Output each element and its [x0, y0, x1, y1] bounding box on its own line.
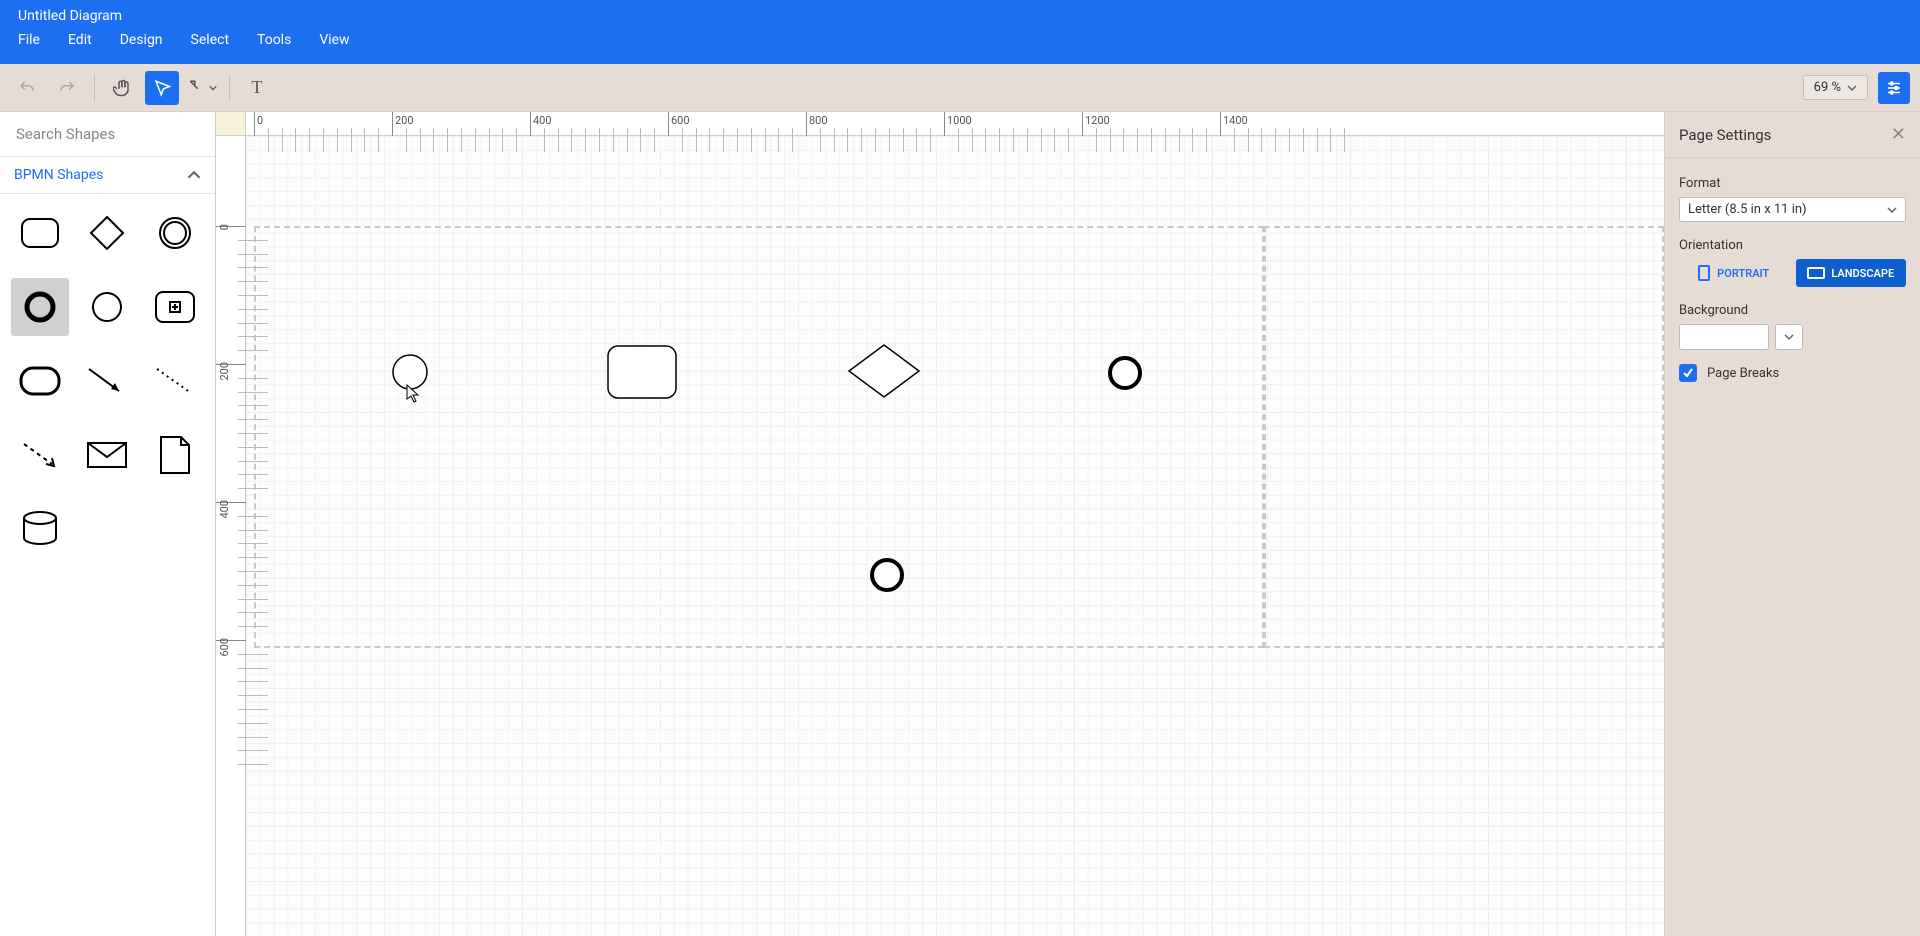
zoom-value: 69 %: [1814, 80, 1841, 95]
chevron-down-icon: [1887, 205, 1897, 215]
pan-tool-button[interactable]: [105, 71, 139, 105]
body: BPMN Shapes: [0, 112, 1920, 936]
shape-thick-circle[interactable]: [11, 278, 69, 336]
menu-view[interactable]: View: [319, 32, 349, 48]
shape-subprocess[interactable]: [146, 278, 204, 336]
ruler-vertical: 0 200 400 600: [216, 136, 246, 936]
shape-category-label: BPMN Shapes: [14, 167, 103, 183]
redo-button[interactable]: [50, 71, 84, 105]
undo-button[interactable]: [10, 71, 44, 105]
page-settings-panel: Page Settings ✕ Format Letter (8.5 in x …: [1664, 112, 1920, 936]
ruler-tick-label: 600: [671, 114, 690, 127]
ruler-tick-label: 400: [533, 114, 552, 127]
chevron-down-icon: [1784, 332, 1794, 342]
shape-page[interactable]: [146, 426, 204, 484]
page-break-outline: [254, 226, 1264, 648]
zoom-level[interactable]: 69 %: [1803, 75, 1868, 100]
document-title: Untitled Diagram: [0, 0, 1920, 26]
format-label: Format: [1679, 176, 1906, 191]
format-value: Letter (8.5 in x 11 in): [1688, 202, 1807, 217]
canvas-shape-gateway[interactable]: [846, 342, 922, 400]
separator: [94, 75, 95, 101]
background-dropdown[interactable]: [1775, 324, 1803, 350]
landscape-icon: [1807, 266, 1825, 280]
background-color-swatch[interactable]: [1679, 324, 1769, 350]
page-breaks-checkbox[interactable]: Page Breaks: [1679, 364, 1906, 382]
ruler-tick-label: 200: [218, 362, 231, 381]
ruler-tick-label: 1000: [947, 114, 972, 127]
orientation-portrait-button[interactable]: PORTRAIT: [1679, 259, 1788, 287]
orientation-row: PORTRAIT LANDSCAPE: [1679, 259, 1906, 287]
shape-double-circle[interactable]: [146, 204, 204, 262]
ruler-tick-label: 200: [395, 114, 414, 127]
format-panel-toggle[interactable]: [1878, 72, 1910, 104]
shape-data-store[interactable]: [11, 500, 69, 558]
chevron-down-icon: [209, 84, 217, 92]
search-container: [0, 112, 215, 157]
text-tool-button[interactable]: T: [240, 71, 274, 105]
separator: [229, 75, 230, 101]
pointer-tool-button[interactable]: [145, 71, 179, 105]
header: Untitled Diagram File Edit Design Select…: [0, 0, 1920, 64]
canvas-shape-end-event[interactable]: [1106, 354, 1144, 392]
shapes-panel: BPMN Shapes: [0, 112, 216, 936]
format-select[interactable]: Letter (8.5 in x 11 in): [1679, 197, 1906, 222]
canvas-shape-start-event[interactable]: [390, 352, 430, 392]
menu-tools[interactable]: Tools: [257, 32, 291, 48]
canvas[interactable]: [246, 136, 1664, 936]
panel-header: Page Settings ✕: [1665, 112, 1920, 158]
menu-file[interactable]: File: [18, 32, 40, 48]
canvas-shape-task[interactable]: [606, 344, 678, 400]
shape-envelope[interactable]: [78, 426, 136, 484]
ruler-corner: [216, 112, 246, 136]
shape-pill[interactable]: [11, 352, 69, 410]
background-row: [1679, 324, 1906, 350]
checkbox-checked-icon: [1679, 364, 1697, 382]
ruler-tick-label: 600: [218, 638, 231, 657]
ruler-tick-label: 800: [809, 114, 828, 127]
connector-tool-button[interactable]: [185, 71, 219, 105]
ruler-tick-label: 1400: [1223, 114, 1248, 127]
background-label: Background: [1679, 303, 1906, 318]
chevron-up-icon: [187, 168, 201, 182]
shape-dashed-arrow[interactable]: [11, 426, 69, 484]
toolbar: T 69 %: [0, 64, 1920, 112]
portrait-icon: [1697, 265, 1711, 281]
canvas-area: 0 200 400 600 800 1000 1200 1400 0 200 400 600: [216, 112, 1664, 936]
menu-edit[interactable]: Edit: [68, 32, 92, 48]
shape-circle[interactable]: [78, 278, 136, 336]
orientation-landscape-button[interactable]: LANDSCAPE: [1796, 259, 1907, 287]
canvas-shape-end-event[interactable]: [868, 556, 906, 594]
chevron-down-icon: [1847, 83, 1857, 93]
menu-design[interactable]: Design: [120, 32, 163, 48]
menu-bar: File Edit Design Select Tools View: [0, 26, 1920, 58]
shape-rounded-rect[interactable]: [11, 204, 69, 262]
ruler-tick-label: 0: [257, 114, 263, 127]
panel-body: Format Letter (8.5 in x 11 in) Orientati…: [1665, 158, 1920, 394]
ruler-tick-label: 0: [218, 224, 231, 230]
shape-diamond[interactable]: [78, 204, 136, 262]
close-icon[interactable]: ✕: [1891, 124, 1906, 145]
menu-select[interactable]: Select: [191, 32, 229, 48]
search-input[interactable]: [14, 124, 201, 144]
toolbar-right: 69 %: [1803, 72, 1910, 104]
ruler-tick-label: 400: [218, 500, 231, 519]
ruler-tick-label: 1200: [1085, 114, 1110, 127]
ruler-horizontal: 0 200 400 600 800 1000 1200 1400: [246, 112, 1664, 136]
portrait-label: PORTRAIT: [1717, 267, 1769, 280]
landscape-label: LANDSCAPE: [1831, 267, 1894, 280]
shape-solid-arrow[interactable]: [78, 352, 136, 410]
page-break-outline: [1264, 226, 1664, 648]
shapes-grid: [0, 194, 215, 568]
page-breaks-label: Page Breaks: [1707, 366, 1779, 381]
shape-category-header[interactable]: BPMN Shapes: [0, 157, 215, 194]
orientation-label: Orientation: [1679, 238, 1906, 253]
shape-dotted-line[interactable]: [146, 352, 204, 410]
panel-title: Page Settings: [1679, 126, 1771, 144]
